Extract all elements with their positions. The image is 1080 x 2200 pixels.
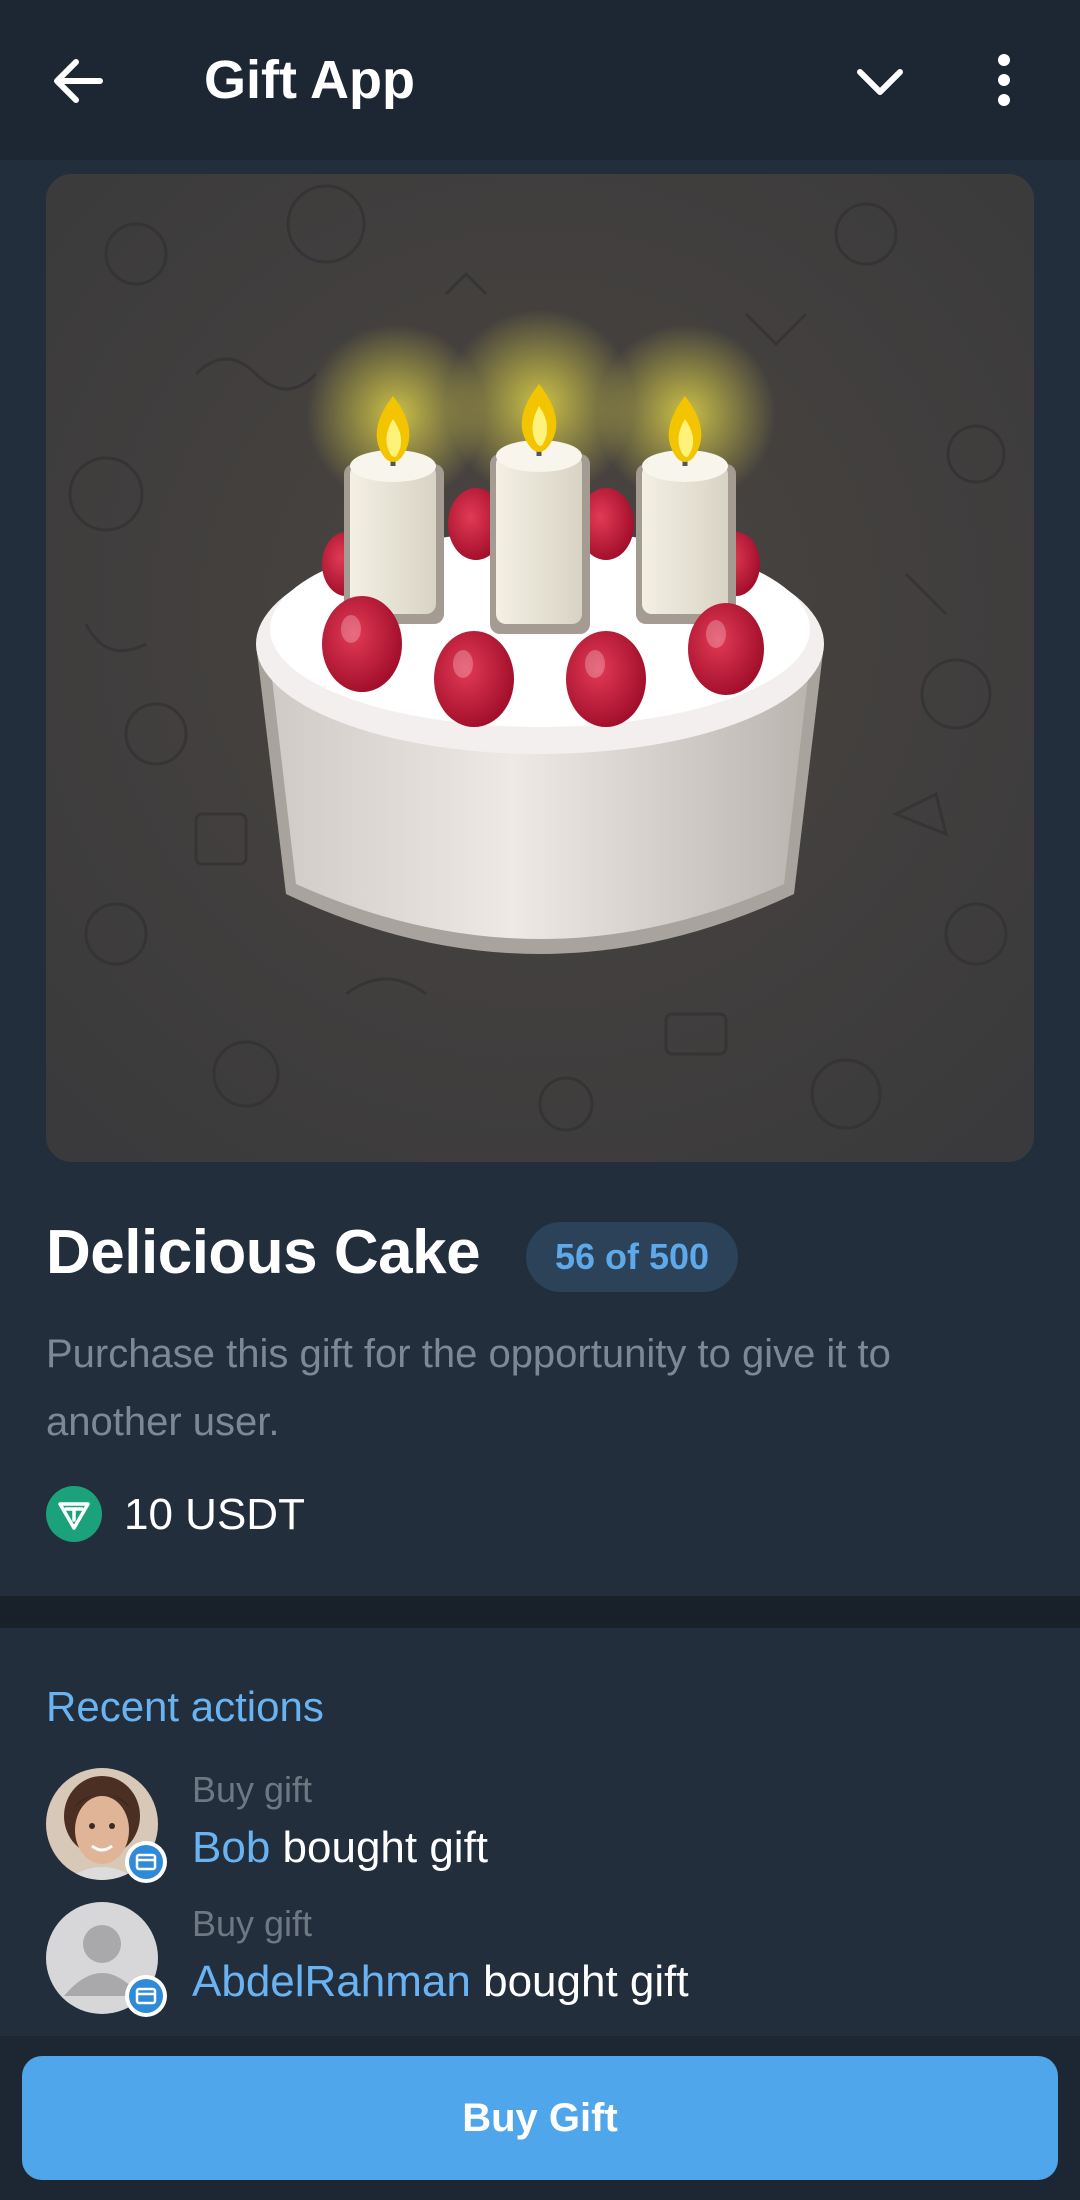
usdt-tether-icon: [46, 1486, 102, 1542]
section-divider: [0, 1596, 1080, 1628]
avatar: [46, 1768, 167, 1884]
user-link[interactable]: Bob: [192, 1823, 270, 1872]
recent-actions-title: Recent actions: [46, 1683, 324, 1730]
action-text: Bob bought gift: [192, 1820, 488, 1876]
action-description: bought gift: [282, 1823, 489, 1872]
action-type: Buy gift: [192, 1769, 313, 1810]
action-text: AbdelRahman bought gift: [192, 1954, 689, 2010]
page-title: Gift App: [204, 50, 415, 110]
user-link[interactable]: AbdelRahman: [192, 1957, 471, 2006]
more-vertical-icon[interactable]: [980, 48, 1028, 112]
gift-description: Purchase this gift for the opportunity t…: [46, 1332, 891, 1444]
gift-price: 10 USDT: [124, 1490, 305, 1539]
avatar: [46, 1902, 167, 2018]
gift-name: Delicious Cake: [46, 1218, 481, 1287]
action-description: bought gift: [483, 1957, 689, 2006]
action-type: Buy gift: [192, 1903, 313, 1944]
arrow-left-icon[interactable]: [44, 46, 114, 116]
chevron-down-icon[interactable]: [848, 50, 912, 114]
list-item[interactable]: Buy gift AbdelRahman bought gift: [46, 1902, 1036, 2022]
list-item[interactable]: Buy gift Bob bought gift: [46, 1768, 1036, 1888]
buy-gift-button[interactable]: Buy Gift: [22, 2056, 1058, 2180]
bottom-bar: Buy Gift: [0, 2036, 1080, 2200]
top-bar: Gift App: [0, 0, 1080, 160]
gift-badge-icon: [124, 1840, 168, 1884]
availability-badge: 56 of 500: [526, 1222, 738, 1292]
gift-app-screen: Gift App Delicious Cake 56 of 500 Purcha…: [0, 0, 1080, 2200]
gift-image: [46, 174, 1034, 1162]
gift-badge-icon: [124, 1974, 168, 2018]
